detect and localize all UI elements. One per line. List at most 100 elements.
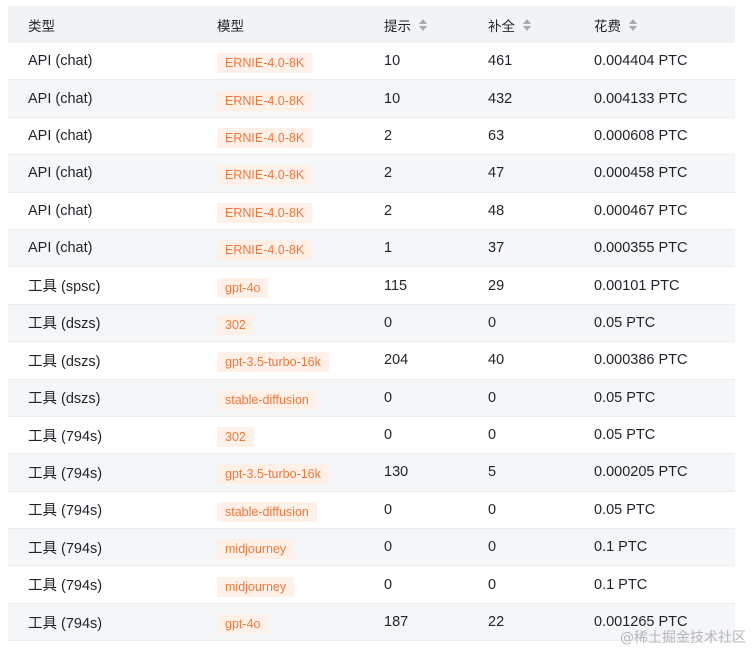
sort-icon[interactable] [629,18,637,31]
cost-cell: 0.05 PTC [594,314,656,331]
prompt-cell: 10 [384,90,401,107]
completion-cell: 40 [488,352,505,369]
prompt-cell: 0 [384,576,393,593]
table-row: 工具 (794s) midjourney 0 0 0.1 PTC [8,566,735,604]
model-tag: stable-diffusion [217,389,317,410]
table-row: 工具 (dszs) gpt-3.5-turbo-16k 204 40 0.000386 … [8,342,735,380]
watermark: @稀土掘金技术社区 [620,630,746,646]
table-row: API (chat) ERNIE-4.0-8K 2 63 0.000608 PTC [8,117,735,156]
table-row: 工具 (794s) stable-diffusion 0 0 0.05 PTC [8,491,735,530]
sort-icon[interactable] [523,18,531,31]
model-cell: stable-diffusion [217,498,317,522]
cost-cell: 0.000355 PTC [594,240,688,257]
table-row: 工具 (794s) 302 0 0 0.05 PTC [8,416,735,455]
completion-cell: 63 [488,127,505,144]
model-cell: ERNIE-4.0-8K [217,124,313,148]
prompt-cell: 0 [384,389,393,406]
cost-cell: 0.000386 PTC [594,352,688,369]
type-cell: 工具 (794s) [28,503,103,520]
type-cell: API (chat) [28,53,93,70]
type-cell: 工具 (spsc) [28,279,101,296]
model-tag: ERNIE-4.0-8K [217,53,313,74]
cost-cell: 0.000205 PTC [594,464,688,481]
prompt-cell: 0 [384,539,393,556]
model-tag: gpt-4o [217,277,269,298]
cost-cell: 0.05 PTC [594,427,656,444]
model-cell: ERNIE-4.0-8K [217,49,313,74]
model-cell: ERNIE-4.0-8K [217,236,313,261]
header-completion[interactable]: 补全 [488,15,531,35]
sort-icon[interactable] [419,18,427,31]
table-row: API (chat) ERNIE-4.0-8K 1 37 0.000355 PTC [8,229,735,268]
prompt-cell: 0 [384,501,393,518]
type-cell: API (chat) [28,90,93,107]
completion-cell: 0 [488,314,497,331]
completion-cell: 0 [488,501,497,518]
model-cell: ERNIE-4.0-8K [217,87,313,111]
table-row: API (chat) ERNIE-4.0-8K 2 48 0.000467 PTC [8,192,735,230]
model-cell: stable-diffusion [217,386,317,410]
model-tag: 302 [217,427,254,448]
type-cell: 工具 (794s) [28,428,103,445]
cost-cell: 0.004404 PTC [594,53,688,70]
header-prompt[interactable]: 提示 [384,15,427,35]
model-cell: gpt-4o [217,610,269,635]
completion-cell: 48 [488,202,505,219]
type-cell: API (chat) [28,165,93,182]
cost-cell: 0.004133 PTC [594,90,688,107]
type-cell: 工具 (794s) [28,540,103,557]
prompt-cell: 1 [384,240,393,257]
header-model: 模型 [217,18,244,34]
model-cell: gpt-3.5-turbo-16k [217,460,329,485]
prompt-cell: 130 [384,464,409,481]
cost-cell: 0.05 PTC [594,389,656,406]
completion-cell: 0 [488,576,497,593]
header-prompt-label: 提示 [384,18,411,34]
type-cell: 工具 (794s) [28,465,103,482]
type-cell: 工具 (dszs) [28,391,101,408]
model-tag: ERNIE-4.0-8K [217,202,313,223]
table-row: API (chat) ERNIE-4.0-8K 10 461 0.004404 PTC [8,43,735,81]
table-row: API (chat) ERNIE-4.0-8K 2 47 0.000458 PTC [8,155,735,193]
table-row: 工具 (794s) midjourney 0 0 0.1 PTC [8,529,735,567]
completion-cell: 0 [488,389,497,406]
model-cell: midjourney [217,535,295,560]
model-tag: ERNIE-4.0-8K [217,127,313,148]
completion-cell: 47 [488,165,505,182]
type-cell: 工具 (dszs) [28,316,101,333]
table-header: 类型 模型 提示 补全 花费 [8,6,735,43]
completion-cell: 5 [488,464,497,481]
model-cell: midjourney [217,573,295,597]
table-row: 工具 (dszs) stable-diffusion 0 0 0.05 PTC [8,379,735,417]
model-tag: stable-diffusion [217,501,317,522]
prompt-cell: 0 [384,314,393,331]
type-cell: API (chat) [28,127,93,144]
prompt-cell: 2 [384,127,393,144]
completion-cell: 432 [488,90,513,107]
model-cell: gpt-3.5-turbo-16k [217,348,329,373]
model-cell: 302 [217,423,254,448]
header-cost[interactable]: 花费 [594,15,637,35]
table-row: API (chat) ERNIE-4.0-8K 10 432 0.004133 PTC [8,80,735,118]
completion-cell: 0 [488,427,497,444]
model-tag: gpt-3.5-turbo-16k [217,464,329,485]
cost-cell: 0.1 PTC [594,576,648,593]
prompt-cell: 0 [384,427,393,444]
cost-cell: 0.000458 PTC [594,165,688,182]
model-cell: gpt-4o [217,274,269,298]
type-cell: 工具 (dszs) [28,353,101,370]
prompt-cell: 10 [384,53,401,70]
completion-cell: 0 [488,539,497,556]
table-row: 工具 (spsc) gpt-4o 115 29 0.00101 PTC [8,267,735,305]
type-cell: 工具 (794s) [28,578,103,595]
prompt-cell: 187 [384,614,409,631]
completion-cell: 29 [488,277,505,294]
type-cell: 工具 (794s) [28,615,103,632]
prompt-cell: 2 [384,165,393,182]
prompt-cell: 2 [384,202,393,219]
model-tag: midjourney [217,539,295,560]
table-row: 工具 (dszs) 302 0 0 0.05 PTC [8,304,735,343]
model-tag: gpt-3.5-turbo-16k [217,352,329,373]
usage-table: 类型 模型 提示 补全 花费 API (chat) ERNIE-4.0-8K 10 4… [8,6,735,642]
header-type: 类型 [28,18,55,34]
